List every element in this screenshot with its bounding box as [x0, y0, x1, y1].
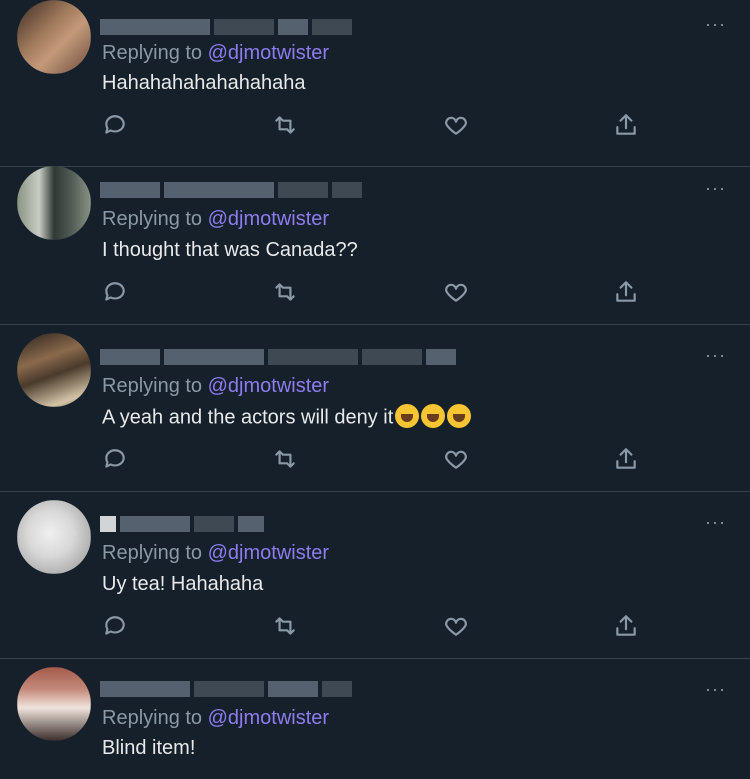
reply-text: Blind item!: [102, 737, 196, 759]
retweet-icon[interactable]: [272, 279, 302, 309]
reply-item[interactable]: ··· Replying to @djmotwister I thought t…: [0, 158, 750, 325]
more-options-icon[interactable]: ···: [705, 345, 726, 366]
retweet-icon[interactable]: [272, 613, 302, 643]
reply-icon[interactable]: [102, 613, 132, 643]
reply-text: I thought that was Canada??: [102, 239, 358, 261]
replying-to-line: Replying to @djmotwister: [102, 375, 329, 398]
blurred-username[interactable]: [100, 180, 370, 200]
reply-icon[interactable]: [102, 279, 132, 309]
replying-to-line: Replying to @djmotwister: [102, 42, 329, 65]
like-icon[interactable]: [443, 613, 473, 643]
replying-to-label: Replying to: [102, 208, 203, 230]
replying-to-label: Replying to: [102, 42, 203, 64]
avatar[interactable]: [17, 166, 91, 240]
mention-link[interactable]: @djmotwister: [208, 42, 329, 64]
reply-item[interactable]: ··· Replying to @djmotwister A yeah and …: [0, 325, 750, 492]
action-bar: [0, 112, 750, 142]
reply-text: A yeah and the actors will deny it: [102, 404, 472, 430]
action-bar: [0, 446, 750, 476]
like-icon[interactable]: [443, 112, 473, 142]
rolling-laughing-emoji-icon: [447, 404, 472, 428]
blurred-username[interactable]: [100, 514, 280, 534]
blurred-username[interactable]: [100, 347, 460, 367]
more-options-icon[interactable]: ···: [705, 14, 726, 35]
reply-text: Uy tea! Hahahaha: [102, 573, 264, 595]
reply-text: Hahahahahahahahaha: [102, 72, 306, 94]
blurred-username[interactable]: [100, 17, 360, 37]
mention-link[interactable]: @djmotwister: [208, 707, 329, 729]
replying-to-label: Replying to: [102, 542, 203, 564]
replying-to-line: Replying to @djmotwister: [102, 208, 329, 231]
replies-feed: ··· Replying to @djmotwister Hahahahahah…: [0, 0, 750, 777]
retweet-icon[interactable]: [272, 446, 302, 476]
reply-item[interactable]: ··· Replying to @djmotwister Hahahahahah…: [0, 0, 750, 167]
more-options-icon[interactable]: ···: [705, 178, 726, 199]
reply-icon[interactable]: [102, 446, 132, 476]
more-options-icon[interactable]: ···: [705, 679, 726, 700]
avatar[interactable]: [17, 500, 91, 574]
rolling-laughing-emoji-icon: [421, 404, 446, 428]
like-icon[interactable]: [443, 279, 473, 309]
reply-text-content: A yeah and the actors will deny it: [102, 406, 394, 429]
replying-to-label: Replying to: [102, 375, 203, 397]
share-icon[interactable]: [613, 112, 643, 142]
replying-to-line: Replying to @djmotwister: [102, 542, 329, 565]
blurred-username[interactable]: [100, 679, 360, 699]
replying-to-line: Replying to @djmotwister: [102, 707, 329, 730]
share-icon[interactable]: [613, 613, 643, 643]
mention-link[interactable]: @djmotwister: [208, 375, 329, 397]
share-icon[interactable]: [613, 279, 643, 309]
avatar[interactable]: [17, 0, 91, 74]
avatar[interactable]: [17, 667, 91, 741]
reply-item[interactable]: ··· Replying to @djmotwister Blind item!: [0, 659, 750, 779]
more-options-icon[interactable]: ···: [705, 512, 726, 533]
like-icon[interactable]: [443, 446, 473, 476]
replying-to-label: Replying to: [102, 707, 203, 729]
action-bar: [0, 279, 750, 309]
reply-item[interactable]: ··· Replying to @djmotwister Uy tea! Hah…: [0, 492, 750, 659]
mention-link[interactable]: @djmotwister: [208, 208, 329, 230]
mention-link[interactable]: @djmotwister: [208, 542, 329, 564]
rolling-laughing-emoji-icon: [395, 404, 420, 428]
action-bar: [0, 613, 750, 643]
reply-icon[interactable]: [102, 112, 132, 142]
avatar[interactable]: [17, 333, 91, 407]
share-icon[interactable]: [613, 446, 643, 476]
retweet-icon[interactable]: [272, 112, 302, 142]
